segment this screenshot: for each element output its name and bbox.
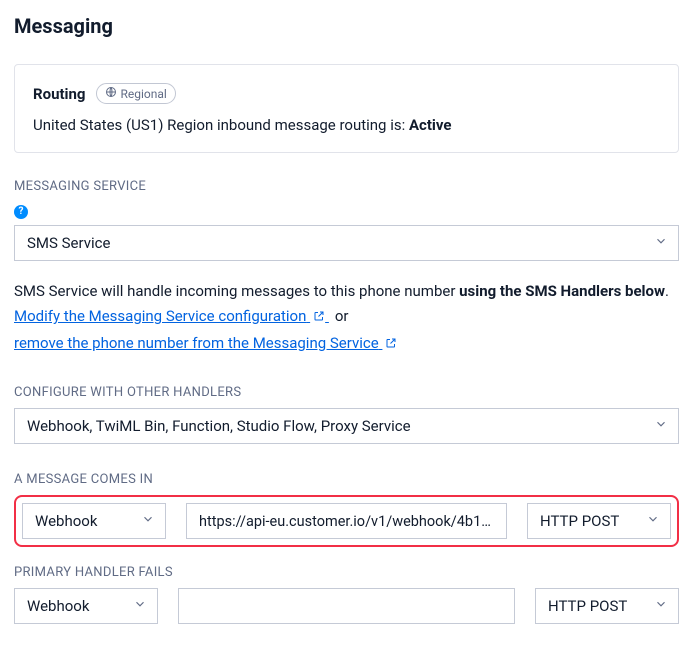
messaging-service-description: SMS Service will handle incoming message… [14,279,679,358]
routing-body: United States (US1) Region inbound messa… [33,116,660,134]
routing-body-prefix: United States (US1) Region inbound messa… [33,116,409,134]
primary-fails-method-select[interactable]: HTTP POST [535,588,679,624]
message-comes-in-label: A MESSAGE COMES IN [14,472,679,487]
primary-fails-url-input[interactable] [178,588,515,624]
help-icon[interactable]: ? [14,205,28,219]
messaging-service-label: MESSAGING SERVICE [14,179,679,194]
modify-config-link[interactable]: Modify the Messaging Service configurati… [14,307,329,325]
regional-badge-label: Regional [121,87,167,101]
other-handlers-select[interactable]: Webhook, TwiML Bin, Function, Studio Flo… [14,408,679,444]
desc-period: . [665,282,669,300]
external-link-icon [385,335,397,353]
primary-fails-type-select[interactable]: Webhook [14,588,158,624]
chevron-down-icon [654,417,668,435]
remove-number-label: remove the phone number from the Messagi… [14,334,379,352]
message-in-type-select[interactable]: Webhook [22,503,166,539]
chevron-down-icon [133,597,147,615]
chevron-down-icon [654,597,668,615]
routing-title: Routing [33,85,86,103]
chevron-down-icon [646,512,660,530]
other-handlers-label: CONFIGURE WITH OTHER HANDLERS [14,385,679,400]
messaging-service-selected: SMS Service [27,234,110,252]
external-link-icon [313,308,329,326]
desc-strong: using the SMS Handlers below [459,282,665,300]
message-in-type-value: Webhook [35,512,97,530]
chevron-down-icon [141,512,155,530]
message-in-method-value: HTTP POST [540,512,619,530]
message-in-method-select[interactable]: HTTP POST [527,503,671,539]
routing-panel: Routing Regional United States (US1) Reg… [14,64,679,153]
message-in-url-input[interactable] [186,503,507,539]
primary-fails-method-value: HTTP POST [548,597,627,615]
modify-config-label: Modify the Messaging Service configurati… [14,307,306,325]
chevron-down-icon [654,234,668,252]
message-comes-in-row: Webhook HTTP POST [14,495,679,547]
globe-icon [105,86,117,101]
routing-status: Active [409,116,452,134]
page-title: Messaging [14,14,679,38]
messaging-service-select[interactable]: SMS Service [14,225,679,261]
desc-prefix: SMS Service will handle incoming message… [14,282,459,300]
primary-handler-fails-row: Webhook HTTP POST [14,588,679,624]
or-text: or [335,307,349,325]
remove-number-link[interactable]: remove the phone number from the Messagi… [14,334,397,352]
other-handlers-selected: Webhook, TwiML Bin, Function, Studio Flo… [27,417,411,435]
primary-fails-type-value: Webhook [27,597,89,615]
regional-badge: Regional [96,83,176,104]
primary-handler-fails-label: PRIMARY HANDLER FAILS [14,565,679,580]
